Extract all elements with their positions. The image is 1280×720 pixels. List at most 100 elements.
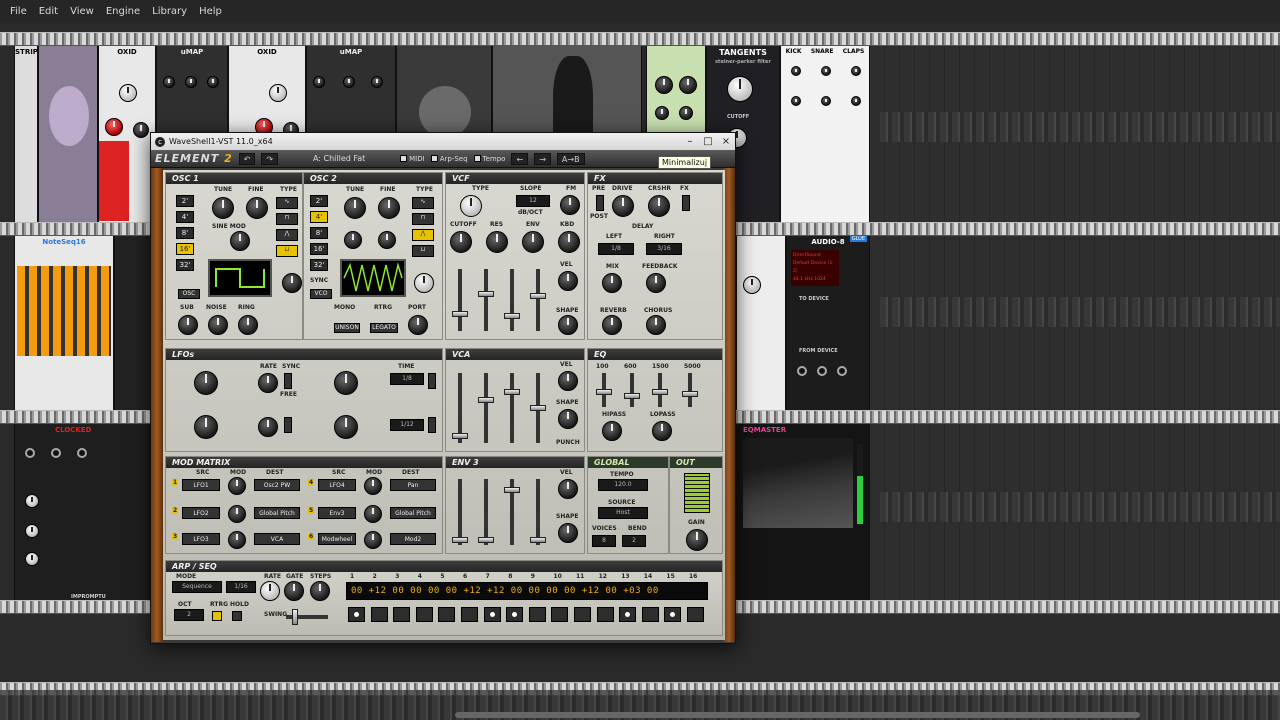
arp-mode-select[interactable]: Sequence [172,581,222,593]
knob[interactable] [133,122,149,138]
arpseq-checkbox[interactable]: Arp-Seq [430,155,468,163]
lfo4-time-select[interactable]: 1/12 [390,419,424,431]
lfo2-rate-knob[interactable] [258,417,278,437]
vcf-env-knob[interactable] [522,231,544,253]
osc1-fine-knob[interactable] [246,197,268,219]
arp-gate-knob[interactable] [284,581,304,601]
knob[interactable] [851,96,861,106]
wave-saw-icon[interactable]: ∿ [412,197,434,209]
knob[interactable] [313,76,325,88]
knob[interactable] [821,66,831,76]
step-button[interactable] [506,607,524,622]
lfo4-wave-knob[interactable] [334,415,358,439]
env3-sustain-fader[interactable] [504,487,520,493]
mod-dest-select[interactable]: VCA [254,533,300,545]
arp-hold-toggle[interactable] [232,611,242,621]
env3-vel-knob[interactable] [558,479,578,499]
wave-pulse-icon[interactable]: ⊔ [412,245,434,257]
mod-amount-knob[interactable] [228,505,246,523]
mod-src-select[interactable]: LFO2 [182,507,220,519]
osc2-octave-button[interactable]: 16' [310,243,328,255]
knob[interactable] [25,494,39,508]
drive-knob[interactable] [612,195,634,217]
menu-help[interactable]: Help [193,6,228,17]
sub-knob[interactable] [178,315,198,335]
osc2-fine-knob[interactable] [378,197,400,219]
sequencer-grid[interactable] [17,266,111,356]
gain-knob[interactable] [686,529,708,551]
knob[interactable] [851,66,861,76]
vca-vel-knob[interactable] [558,371,578,391]
step-button[interactable] [415,607,433,622]
arp-steps-knob[interactable] [310,581,330,601]
mod-amount-knob[interactable] [364,477,382,495]
osc-button[interactable]: OSC [178,289,200,299]
osc1-pw-knob[interactable] [282,273,302,293]
mod-dest-select[interactable]: Mod2 [390,533,436,545]
lopass-knob[interactable] [652,421,672,441]
knob[interactable] [821,96,831,106]
env3-release-fader[interactable] [530,537,546,543]
lfo2-sync-switch[interactable] [284,417,292,433]
step-button[interactable] [370,607,388,622]
vca-sustain-fader[interactable] [504,389,520,395]
res-knob[interactable] [486,231,508,253]
vco-button[interactable]: VCO [310,289,332,299]
vcf-vel-knob[interactable] [558,271,578,291]
eq-band-fader[interactable] [596,389,612,395]
mod-amount-knob[interactable] [364,531,382,549]
eq-band-fader[interactable] [624,393,640,399]
crshr-knob[interactable] [648,195,670,217]
osc2-pw-knob[interactable] [414,273,434,293]
knob[interactable] [743,276,761,294]
osc1-tune-knob[interactable] [212,197,234,219]
step-button[interactable] [551,607,569,622]
step-button[interactable] [574,607,591,622]
knob[interactable] [791,66,801,76]
pre-post-switch[interactable] [596,195,604,211]
module-eqmaster[interactable]: EQMASTER [736,424,870,600]
vca-release-fader[interactable] [530,405,546,411]
env3-decay-fader[interactable] [478,537,494,543]
mod-dest-select[interactable]: Global Pitch [390,507,436,519]
module-dark[interactable] [114,236,154,410]
knob[interactable] [119,84,137,102]
jack[interactable] [817,366,827,376]
fx-switch[interactable] [682,195,690,211]
mod-src-select[interactable]: LFO1 [182,479,220,491]
vcf-shape-knob[interactable] [558,315,578,335]
close-button[interactable]: × [717,133,735,150]
module-clocked[interactable]: CLOCKED IMPROMPTU [14,424,150,600]
osc2-octave-button[interactable]: 2' [310,195,328,207]
port-knob[interactable] [408,315,428,335]
voices-select[interactable]: 8 [592,535,616,547]
jack[interactable] [51,448,61,458]
midi-checkbox[interactable]: MIDI [400,155,425,163]
ring-knob[interactable] [238,315,258,335]
osc2-octave-button[interactable]: 32' [310,259,328,271]
step-button[interactable] [438,607,456,622]
jack[interactable] [25,448,35,458]
arrow-left-icon[interactable]: ← [511,152,529,165]
knob[interactable] [185,76,197,88]
source-select[interactable]: Host [598,507,648,519]
minimize-button[interactable]: – [681,133,699,150]
module-noteseq16[interactable]: NoteSeq16 [14,236,114,410]
osc1-octave-button[interactable]: 8' [176,227,194,239]
mod-dest-select[interactable]: Osc2 PW [254,479,300,491]
mod-src-select[interactable]: Env3 [318,507,356,519]
menu-engine[interactable]: Engine [100,6,146,17]
step-button[interactable] [528,607,546,622]
lfo1-sync-switch[interactable] [284,373,292,389]
step-button[interactable] [641,607,659,622]
knob[interactable] [791,96,801,106]
menu-view[interactable]: View [64,6,100,17]
hipass-knob[interactable] [602,421,622,441]
knob[interactable] [25,524,39,538]
arrow-right-icon[interactable]: → [534,152,551,165]
module-vco[interactable] [736,236,786,410]
chorus-knob[interactable] [646,315,666,335]
knob[interactable] [25,552,39,566]
wave-tri-icon[interactable]: ⋀ [276,229,298,241]
audio-device-display[interactable]: DirectSound Default Device (1-2) 44.1 kH… [791,250,839,286]
